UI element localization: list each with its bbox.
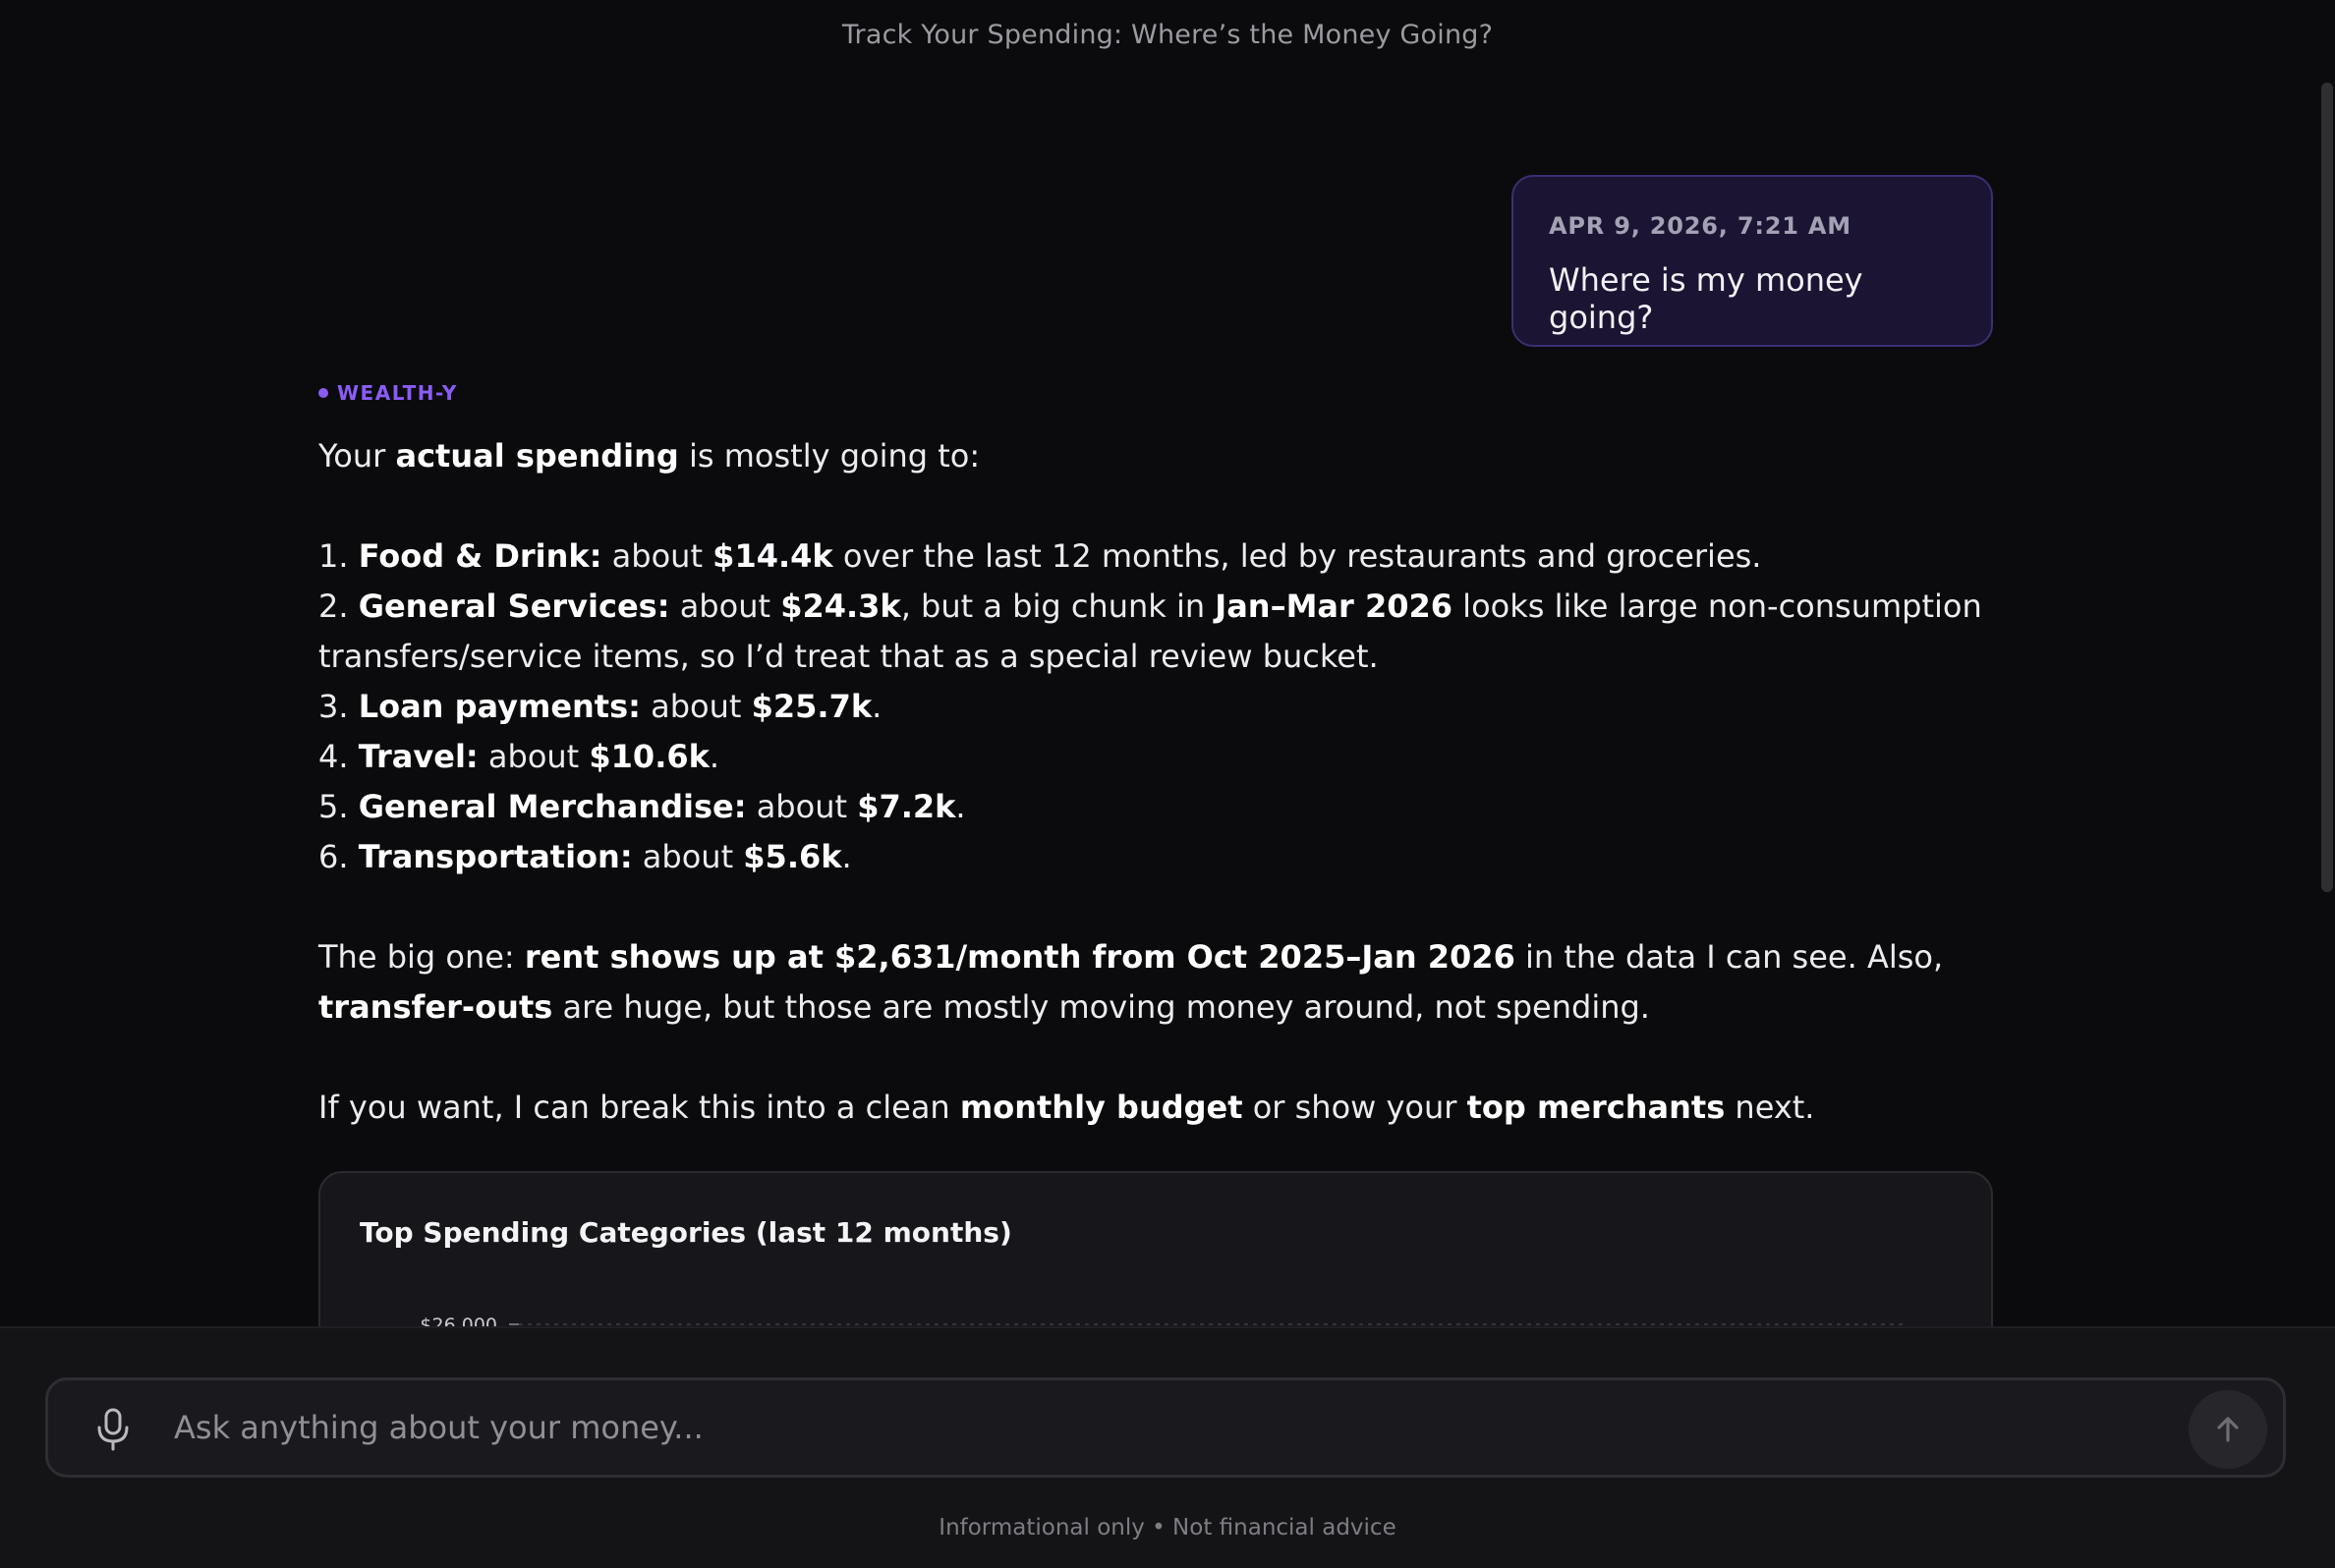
- user-message-text: Where is my money going?: [1549, 261, 1863, 336]
- text-span: .: [955, 788, 966, 825]
- intro-paragraph: Your actual spending is mostly going to:: [318, 431, 1999, 481]
- assistant-name: WEALTH-Y: [337, 381, 458, 405]
- text-span: The big one:: [318, 938, 525, 976]
- list-item: 3. Loan payments: about $25.7k.: [318, 682, 1999, 732]
- list-number: 3.: [318, 688, 359, 725]
- arrow-up-icon: [2217, 1417, 2239, 1442]
- text-span: in the data I can see. Also,: [1514, 938, 1944, 976]
- bold-span: $7.2k: [857, 788, 956, 825]
- disclaimer-text: Informational only • Not financial advic…: [939, 1515, 1396, 1540]
- list-number: 2.: [318, 588, 359, 625]
- bold-span: Travel:: [358, 738, 479, 775]
- list-item: 6. Transportation: about $5.6k.: [318, 832, 1999, 882]
- text-span: is mostly going to:: [678, 437, 981, 475]
- list-item: 4. Travel: about $10.6k.: [318, 732, 1999, 782]
- text-span: over the last 12 months, led by restaura…: [832, 537, 1762, 575]
- closing-paragraph: If you want, I can break this into a cle…: [318, 1083, 1999, 1133]
- scrollbar-thumb[interactable]: [2321, 83, 2333, 892]
- bold-span: top merchants: [1466, 1089, 1726, 1126]
- spending-bar-chart: $26,000: [420, 1315, 1905, 1326]
- list-number: 1.: [318, 537, 359, 575]
- bold-span: $14.4k: [712, 537, 833, 575]
- text-span: about: [746, 788, 858, 825]
- rent-paragraph: The big one: rent shows up at $2,631/mon…: [318, 932, 1999, 1033]
- conversation-title: Track Your Spending: Where’s the Money G…: [841, 20, 1494, 50]
- spending-chart-card: Top Spending Categories (last 12 months)…: [318, 1171, 1993, 1326]
- user-message-timestamp: APR 9, 2026, 7:21 AM: [1549, 212, 1851, 240]
- assistant-message: WEALTH-Y Your actual spending is mostly …: [318, 378, 1999, 1133]
- microphone-icon[interactable]: [91, 1406, 135, 1455]
- bold-span: transfer-outs: [318, 988, 553, 1026]
- composer-area: Informational only • Not financial advic…: [0, 1326, 2335, 1568]
- text-span: about: [669, 588, 781, 625]
- user-message-bubble: APR 9, 2026, 7:21 AM Where is my money g…: [1511, 175, 1993, 347]
- list-number: 5.: [318, 788, 359, 825]
- bold-span: General Merchandise:: [358, 788, 747, 825]
- bold-span: monthly budget: [959, 1089, 1243, 1126]
- list-item: 1. Food & Drink: about $14.4k over the l…: [318, 532, 1999, 582]
- list-item: 5. General Merchandise: about $7.2k.: [318, 782, 1999, 832]
- send-button[interactable]: [2189, 1390, 2267, 1469]
- list-number: 6.: [318, 838, 359, 875]
- assistant-label: WEALTH-Y: [318, 378, 1999, 408]
- app-window: Track Your Spending: Where’s the Money G…: [0, 0, 2335, 1568]
- text-span: Your: [318, 437, 396, 475]
- bold-span: General Services:: [358, 588, 670, 625]
- bold-span: Loan payments:: [358, 688, 641, 725]
- bold-span: Jan–Mar 2026: [1215, 588, 1452, 625]
- text-span: about: [478, 738, 590, 775]
- bold-span: rent shows up at $2,631/month from Oct 2…: [524, 938, 1515, 976]
- bold-span: Transportation:: [358, 838, 633, 875]
- list-item: 2. General Services: about $24.3k, but a…: [318, 582, 1999, 682]
- chat-scroll-area[interactable]: Track Your Spending: Where’s the Money G…: [0, 0, 2335, 1326]
- bold-span: $5.6k: [743, 838, 842, 875]
- assistant-message-body: Your actual spending is mostly going to:…: [318, 431, 1999, 1133]
- text-span: are huge, but those are mostly moving mo…: [552, 988, 1650, 1026]
- text-span: If you want, I can break this into a cle…: [318, 1089, 960, 1126]
- list-number: 4.: [318, 738, 359, 775]
- bold-span: $10.6k: [589, 738, 710, 775]
- status-dot-icon: [318, 388, 328, 398]
- text-span: .: [709, 738, 720, 775]
- bold-span: Food & Drink:: [358, 537, 602, 575]
- text-span: .: [841, 838, 852, 875]
- text-span: about: [601, 537, 713, 575]
- bold-span: actual spending: [395, 437, 679, 475]
- text-span: or show your: [1242, 1089, 1467, 1126]
- text-span: next.: [1725, 1089, 1815, 1126]
- message-input[interactable]: [172, 1398, 2137, 1457]
- text-span: .: [872, 688, 883, 725]
- message-composer: [45, 1377, 2286, 1478]
- text-span: , but a big chunk in: [900, 588, 1216, 625]
- text-span: about: [632, 838, 744, 875]
- text-span: about: [640, 688, 752, 725]
- bold-span: $24.3k: [780, 588, 901, 625]
- y-tick-label: $26,000: [420, 1315, 497, 1326]
- bold-span: $25.7k: [751, 688, 873, 725]
